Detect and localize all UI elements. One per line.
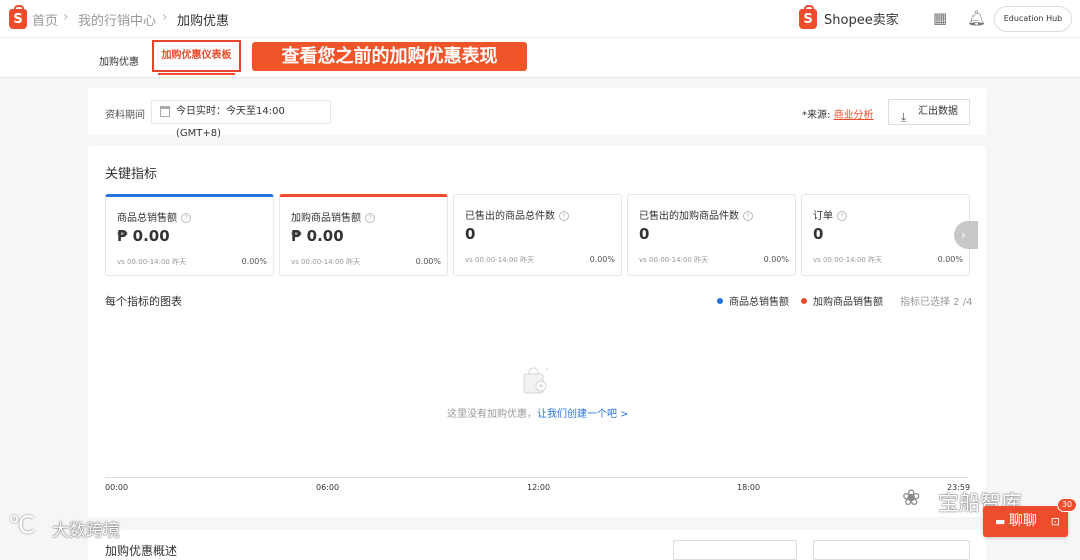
metrics-selected-count: 指标已选择 2 /4 [900, 297, 973, 308]
metric-card-orders[interactable]: 订单? 0 vs 00:00-14:00 昨天 0.00% [801, 194, 970, 276]
metric-value: 0 [639, 225, 650, 243]
chevron-right-icon: › [63, 9, 69, 25]
notification-bell-icon[interactable]: 🔔︎ [967, 9, 986, 27]
chart-x-axis [105, 477, 969, 478]
chat-label: 聊聊 [1008, 513, 1037, 529]
seller-brand[interactable]: Shopee卖家 [824, 9, 899, 28]
watermark-left: 大数跨境 [52, 521, 120, 541]
chevron-right-icon: › [162, 9, 168, 25]
metric-compare: vs 00:00-14:00 昨天 [813, 256, 883, 264]
chat-button[interactable]: ▬ 聊聊 ⊡ [983, 506, 1068, 537]
shopee-logo-icon: S [799, 5, 817, 29]
download-icon: ⤓ [901, 110, 907, 124]
metric-compare: vs 00:00-14:00 昨天 [639, 256, 709, 264]
chat-unread-badge: 30 [1057, 498, 1077, 512]
business-insights-link[interactable]: 商业分析 [834, 110, 874, 121]
watermark-logo-icon: ℃ [8, 511, 35, 539]
legend-dot [717, 298, 723, 304]
metric-name: 加购商品销售额? [291, 209, 375, 224]
breadcrumb-add-on-deal: 加购优惠 [177, 14, 230, 29]
metric-compare: vs 00:00-14:00 昨天 [465, 256, 535, 264]
export-label: 汇出数据 [918, 106, 958, 117]
period-selector[interactable]: 今日实时：今天至14:00 (GMT+8) [151, 100, 331, 139]
tab-add-on-deal-dashboard[interactable]: 加购优惠仪表板 [152, 40, 241, 75]
metric-change: 0.00% [589, 255, 615, 264]
breadcrumb-home[interactable]: 首页 [32, 10, 58, 29]
legend-total-sales[interactable]: 商品总销售额 [717, 293, 789, 308]
empty-state-message: 这里没有加购优惠，让我们创建一个吧 > [447, 409, 629, 420]
metric-value: 0 [813, 225, 824, 243]
metric-change: 0.00% [415, 257, 441, 266]
top-bar: S 首页 › 我的行销中心 › 加购优惠 S Shopee卖家 ▦ 🔔︎ Edu… [0, 0, 1080, 38]
metric-change: 0.00% [763, 255, 789, 264]
chart-title: 每个指标的图表 [105, 295, 182, 308]
metric-card-add-on-units-sold[interactable]: 已售出的加购商品件数? 0 vs 00:00-14:00 昨天 0.00% [627, 194, 796, 276]
metric-compare: vs 00:00-14:00 昨天 [291, 258, 361, 266]
help-icon[interactable]: ? [559, 211, 569, 221]
x-tick: 12:00 [527, 483, 551, 492]
x-tick: 00:00 [105, 483, 129, 492]
metric-name: 商品总销售额? [117, 209, 191, 224]
source-prefix: *来源: [802, 110, 831, 121]
breadcrumb-marketing-centre[interactable]: 我的行销中心 [78, 10, 156, 29]
x-tick: 18:00 [737, 483, 761, 492]
annotation-callout: 查看您之前的加购优惠表现 [252, 42, 527, 71]
period-label: 资料期间 [105, 110, 145, 121]
help-icon[interactable]: ? [743, 211, 753, 221]
metric-card-units-sold[interactable]: 已售出的商品总件数? 0 vs 00:00-14:00 昨天 0.00% [453, 194, 622, 276]
metric-card-total-sales[interactable]: 商品总销售额? ₱ 0.00 vs 00:00-14:00 昨天 0.00% [105, 194, 274, 276]
metric-value: ₱ 0.00 [291, 227, 344, 245]
metric-change: 0.00% [241, 257, 267, 266]
metric-value: ₱ 0.00 [117, 227, 170, 245]
help-icon[interactable]: ? [181, 213, 191, 223]
legend-dot [801, 298, 807, 304]
metric-compare: vs 00:00-14:00 昨天 [117, 258, 187, 266]
tab-add-on-deal[interactable]: 加购优惠 [99, 53, 139, 68]
wechat-icon: ❀ [902, 486, 921, 511]
chat-icon: ▬ [995, 515, 1009, 528]
metric-name: 已售出的加购商品件数? [639, 207, 753, 222]
legend-add-on-sales[interactable]: 加购商品销售额 [801, 293, 883, 308]
help-icon[interactable]: ? [837, 211, 847, 221]
create-add-on-deal-link[interactable]: 让我们创建一个吧 > [537, 409, 629, 420]
metric-name: 已售出的商品总件数? [465, 207, 569, 222]
metric-change: 0.00% [937, 255, 963, 264]
x-tick: 06:00 [316, 483, 340, 492]
overview-search-input[interactable] [813, 540, 970, 560]
help-icon[interactable]: ? [365, 213, 375, 223]
overview-title: 加购优惠概述 [105, 544, 178, 558]
key-metrics-title: 关键指标 [105, 167, 158, 182]
education-hub-button[interactable]: Education Hub [994, 6, 1072, 32]
chat-collapse-icon[interactable]: ⊡ [1051, 506, 1060, 537]
chevron-right-icon: › [961, 228, 966, 242]
data-source: *来源: 商业分析 [802, 106, 874, 121]
metric-card-add-on-sales[interactable]: 加购商品销售额? ₱ 0.00 vs 00:00-14:00 昨天 0.00% [279, 194, 448, 276]
empty-bag-icon [523, 367, 548, 394]
calendar-icon [160, 106, 170, 117]
carousel-next-button[interactable]: › [954, 221, 978, 249]
export-data-button[interactable]: ⤓ 汇出数据 [888, 99, 970, 125]
apps-grid-icon[interactable]: ▦ [933, 9, 947, 27]
shopee-logo-icon[interactable]: S [9, 5, 27, 29]
metric-name: 订单? [813, 207, 847, 222]
overview-filter-select[interactable] [673, 540, 797, 560]
tab-bar: 加购优惠 加购优惠仪表板 [0, 38, 1080, 78]
metric-value: 0 [465, 225, 476, 243]
